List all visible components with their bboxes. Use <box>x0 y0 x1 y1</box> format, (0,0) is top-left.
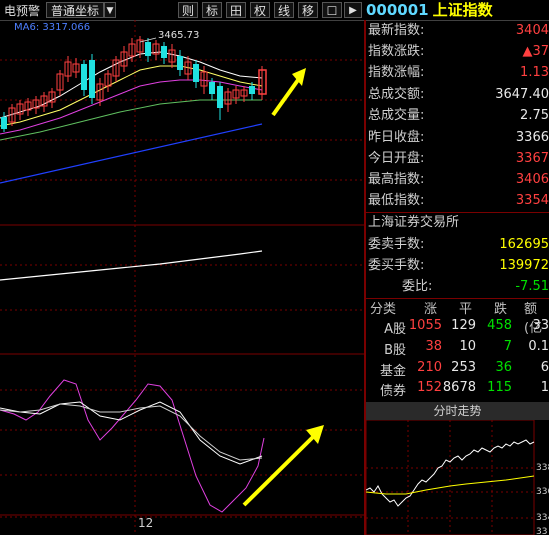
candles <box>1 36 267 132</box>
kline-chart[interactable] <box>0 20 364 535</box>
quote-row-high: 最高指数: 3406 <box>366 170 549 190</box>
quote-value: 3354 <box>515 193 549 208</box>
quote-value: 1.13 <box>520 65 549 80</box>
btn-yi[interactable]: 移 <box>298 2 318 18</box>
quote-value: 3366 <box>515 130 549 145</box>
breadth-label: B股 <box>384 343 406 358</box>
quote-label: 最新指数: <box>368 23 425 38</box>
coord-mode-select[interactable]: 普通坐标 <box>46 2 104 18</box>
quote-value: 3404 <box>515 23 549 38</box>
order-value: -7.51 <box>515 279 549 294</box>
quote-row-low: 最低指数: 3354 <box>366 191 549 211</box>
breadth-down: 458 <box>487 318 512 333</box>
order-row-ratio: 委比: -7.51 <box>366 277 549 297</box>
quote-row-pct: 指数涨幅: 1.13 <box>366 63 549 83</box>
btn-ce[interactable]: 则 <box>178 2 198 18</box>
btn-biao[interactable]: 标 <box>202 2 222 18</box>
chevron-down-icon[interactable]: ▼ <box>104 2 116 18</box>
breadth-header-flat: 平 <box>459 302 473 317</box>
quote-value: 3647.40 <box>495 87 549 102</box>
quote-label: 总成交额: <box>368 87 425 102</box>
play-icon[interactable]: ▶ <box>344 2 362 18</box>
stock-code: 000001 <box>366 1 429 19</box>
breadth-header-category: 分类 <box>370 302 397 317</box>
order-label: 委比: <box>402 279 433 294</box>
stock-name: 上证指数 <box>432 1 493 19</box>
breadth-up: 1055 <box>408 318 442 333</box>
breadth-label: 债券 <box>379 384 406 399</box>
quote-row-change: 指数涨跌: ▲37 <box>366 42 549 62</box>
high-price-label: 3465.73 <box>158 30 200 41</box>
toolbar: 电预警 普通坐标 ▼ 则 标 田 权 线 移 ☐ ▶ 000001 上证指数 <box>0 0 549 21</box>
breadth-header-up: 涨 <box>424 302 438 317</box>
order-value: 139972 <box>499 258 549 273</box>
stock-title: 000001 上证指数 <box>366 0 493 20</box>
breadth-down: 115 <box>487 380 512 395</box>
quote-label: 总成交量: <box>368 108 425 123</box>
breadth-flat: 253 <box>451 360 476 375</box>
order-value: 162695 <box>499 237 549 252</box>
exchange-label: 上海证券交易所 <box>368 215 460 230</box>
quote-label: 最低指数: <box>368 193 425 208</box>
breadth-down: 36 <box>495 360 512 375</box>
breadth-flat: 10 <box>459 339 476 354</box>
grid-icon[interactable]: 田 <box>226 2 246 18</box>
quote-value: 2.75 <box>520 108 549 123</box>
axis-tick: 336 <box>536 487 549 497</box>
quote-label: 最高指数: <box>368 172 425 187</box>
breadth-label: 基金 <box>379 364 406 379</box>
quote-panel: 最新指数: 3404 指数涨跌: ▲37 指数涨幅: 1.13 总成交额: 36… <box>366 20 549 535</box>
order-label: 委买手数: <box>368 258 425 273</box>
quote-value: 3406 <box>515 172 549 187</box>
trend-line <box>0 123 263 184</box>
breadth-amount: 0.1 <box>528 339 549 354</box>
quote-value: 3367 <box>515 151 549 166</box>
order-label: 委卖手数: <box>368 237 425 252</box>
ma-legend: MA6: 3317.066 <box>14 22 91 33</box>
breadth-up: 152 <box>417 380 442 395</box>
box-icon[interactable]: ☐ <box>322 2 342 18</box>
quote-label: 指数涨幅: <box>368 65 425 80</box>
quote-label: 昨日收盘: <box>368 130 425 145</box>
quote-row-amount: 总成交额: 3647.40 <box>366 85 549 105</box>
quote-row-latest: 最新指数: 3404 <box>366 21 549 41</box>
quote-value: ▲37 <box>522 44 549 59</box>
breadth-up: 210 <box>417 360 442 375</box>
axis-tick: 33 <box>536 527 547 535</box>
axis-tick: 334 <box>536 513 549 523</box>
breadth-flat: 8678 <box>442 380 476 395</box>
axis-tick: 338 <box>536 463 549 473</box>
quote-row-open: 今日开盘: 3367 <box>366 149 549 169</box>
breadth-header-down: 跌 <box>494 302 508 317</box>
quote-label: 今日开盘: <box>368 151 425 166</box>
order-row-buy: 委买手数: 139972 <box>366 256 549 276</box>
date-axis-label: 12 <box>138 516 154 530</box>
exchange-name: 上海证券交易所 <box>366 213 549 233</box>
breadth-down: 7 <box>503 339 512 354</box>
btn-quan[interactable]: 权 <box>250 2 270 18</box>
intraday-tab[interactable]: 分时走势 <box>366 402 549 420</box>
breadth-flat: 129 <box>451 318 476 333</box>
breadth-amount: 6 <box>540 360 549 375</box>
order-row-sell: 委卖手数: 162695 <box>366 235 549 255</box>
quote-row-volume: 总成交量: 2.75 <box>366 106 549 126</box>
btn-xian[interactable]: 线 <box>274 2 294 18</box>
breadth-label: A股 <box>384 322 406 337</box>
quote-label: 指数涨跌: <box>368 44 425 59</box>
breadth-up: 38 <box>425 339 442 354</box>
breadth-amount: 33 <box>532 318 549 333</box>
alert-button[interactable]: 电预警 <box>0 2 44 18</box>
intraday-chart[interactable]: 338 336 334 33 <box>366 420 549 535</box>
breadth-amount: 1 <box>540 380 549 395</box>
quote-row-prevclose: 昨日收盘: 3366 <box>366 128 549 148</box>
